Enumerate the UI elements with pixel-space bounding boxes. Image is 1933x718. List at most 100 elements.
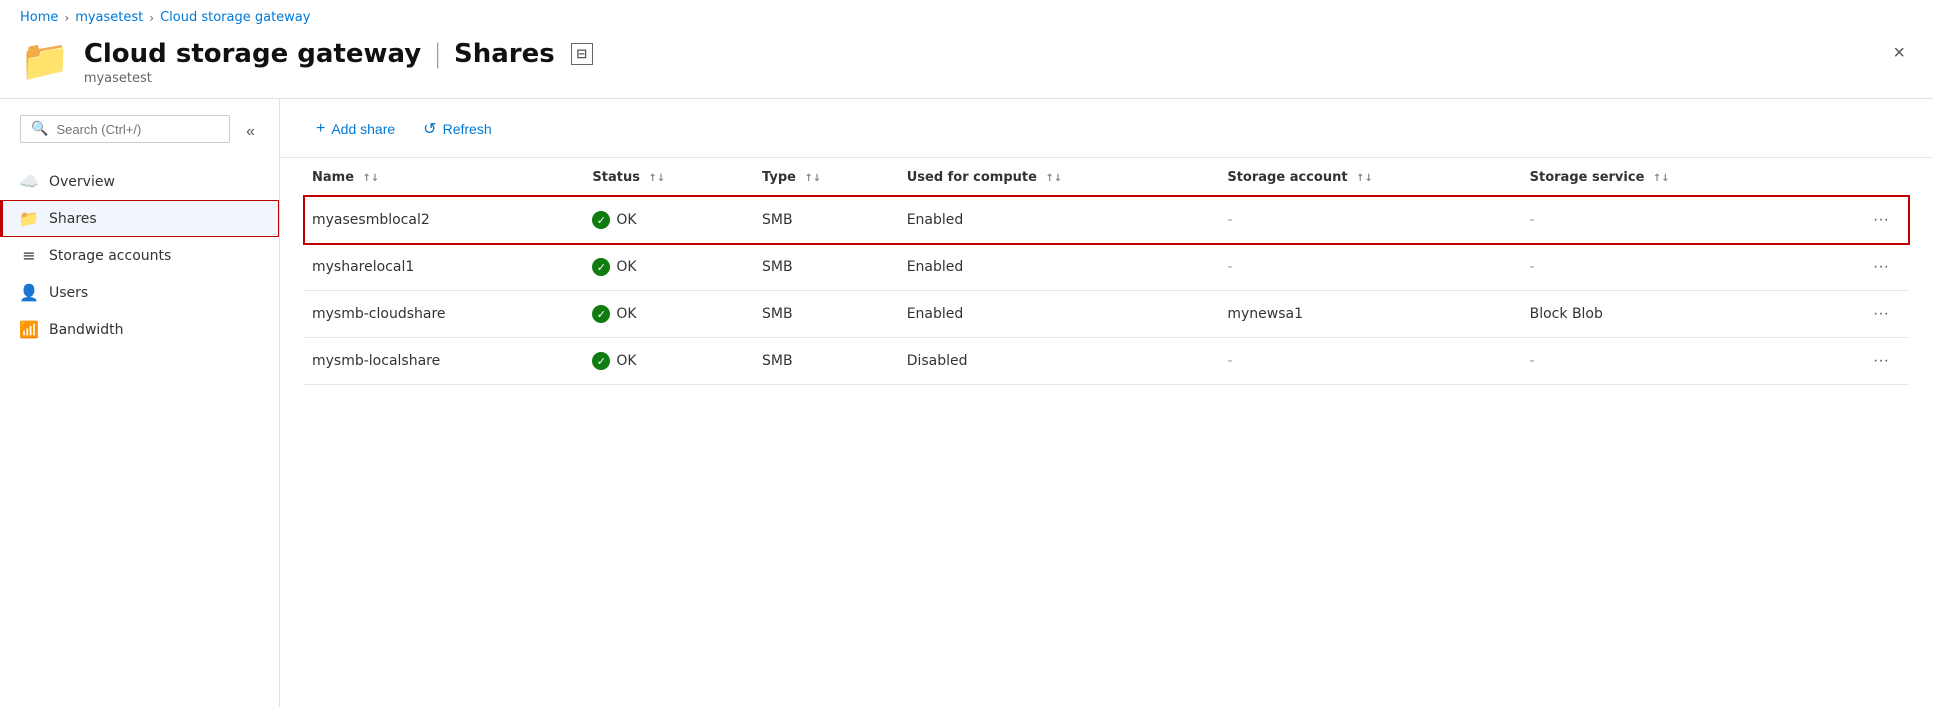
cell-type: SMB	[754, 196, 899, 244]
table-body: myasesmblocal2 OK SMB Enabled - - ··· my…	[304, 196, 1909, 385]
status-label: OK	[616, 306, 636, 322]
type-value: SMB	[762, 353, 793, 369]
bandwidth-icon: 📶	[19, 320, 39, 339]
section-text: Shares	[454, 39, 555, 69]
cell-status: OK	[584, 196, 754, 244]
cell-ellipsis[interactable]: ···	[1814, 338, 1909, 385]
row-menu-button[interactable]: ···	[1865, 348, 1897, 374]
cell-status: OK	[584, 291, 754, 338]
cell-dash: -	[1530, 212, 1535, 228]
cell-compute: Enabled	[899, 196, 1220, 244]
col-actions	[1814, 158, 1909, 196]
cell-name: mysharelocal1	[304, 244, 584, 291]
sidebar-item-shares[interactable]: 📁 Shares	[0, 200, 279, 237]
cell-storage-account: -	[1219, 196, 1521, 244]
status-label: OK	[616, 353, 636, 369]
refresh-icon: ↺	[423, 119, 436, 139]
search-input[interactable]	[56, 122, 219, 137]
cell-ellipsis[interactable]: ···	[1814, 244, 1909, 291]
search-box[interactable]: 🔍	[20, 115, 230, 143]
col-status[interactable]: Status ↑↓	[584, 158, 754, 196]
col-compute-label: Used for compute	[907, 170, 1037, 185]
cell-ellipsis[interactable]: ···	[1814, 291, 1909, 338]
compute-value: Enabled	[907, 259, 964, 275]
table-row[interactable]: mysharelocal1 OK SMB Enabled - - ···	[304, 244, 1909, 291]
share-name: myasesmblocal2	[312, 212, 430, 228]
table-row[interactable]: mysmb-cloudshare OK SMB Enabled mynewsa1…	[304, 291, 1909, 338]
cell-dash: -	[1530, 353, 1535, 369]
table-row[interactable]: myasesmblocal2 OK SMB Enabled - - ···	[304, 196, 1909, 244]
add-share-button[interactable]: + Add share	[304, 114, 407, 144]
status-label: OK	[616, 212, 636, 228]
title-text: Cloud storage gateway	[84, 39, 421, 69]
col-name-sort: ↑↓	[363, 173, 380, 184]
table-row[interactable]: mysmb-localshare OK SMB Disabled - - ···	[304, 338, 1909, 385]
cell-compute: Disabled	[899, 338, 1220, 385]
col-status-label: Status	[592, 170, 640, 185]
cell-storage-service: -	[1522, 196, 1814, 244]
compute-value: Enabled	[907, 212, 964, 228]
sidebar-item-storage-accounts[interactable]: ≡ Storage accounts	[0, 237, 279, 274]
compute-value: Enabled	[907, 306, 964, 322]
type-value: SMB	[762, 259, 793, 275]
col-storage-account[interactable]: Storage account ↑↓	[1219, 158, 1521, 196]
cell-compute: Enabled	[899, 291, 1220, 338]
close-button[interactable]: ×	[1885, 39, 1913, 67]
breadcrumb-sep-1: ›	[64, 11, 69, 25]
cell-type: SMB	[754, 338, 899, 385]
feedback-icon[interactable]: ⊟	[571, 43, 593, 65]
main-layout: 🔍 « ☁️ Overview 📁 Shares ≡ Storage accou…	[0, 99, 1933, 707]
breadcrumb-myasetest[interactable]: myasetest	[75, 10, 143, 25]
row-menu-button[interactable]: ···	[1865, 301, 1897, 327]
refresh-button[interactable]: ↺ Refresh	[411, 113, 503, 145]
col-type-label: Type	[762, 170, 796, 185]
breadcrumb-home[interactable]: Home	[20, 10, 58, 25]
cell-storage-service: -	[1522, 338, 1814, 385]
shares-icon: 📁	[19, 209, 39, 228]
cell-name: mysmb-localshare	[304, 338, 584, 385]
toolbar: + Add share ↺ Refresh	[280, 99, 1933, 158]
cell-value: mynewsa1	[1227, 306, 1303, 322]
page-header: 📁 Cloud storage gateway | Shares ⊟ myase…	[0, 31, 1933, 99]
col-status-sort: ↑↓	[649, 173, 666, 184]
status-check-icon	[592, 305, 610, 323]
breadcrumb-cloud-storage-gateway[interactable]: Cloud storage gateway	[160, 10, 310, 25]
compute-value: Disabled	[907, 353, 968, 369]
col-storage-service[interactable]: Storage service ↑↓	[1522, 158, 1814, 196]
cell-storage-account: mynewsa1	[1219, 291, 1521, 338]
breadcrumb-sep-2: ›	[149, 11, 154, 25]
title-divider: |	[433, 39, 442, 69]
type-value: SMB	[762, 212, 793, 228]
sidebar-item-overview[interactable]: ☁️ Overview	[0, 163, 279, 200]
shares-table-container: Name ↑↓ Status ↑↓ Type ↑↓ Used for com	[280, 158, 1933, 385]
share-name: mysmb-localshare	[312, 353, 440, 369]
overview-label: Overview	[49, 174, 115, 190]
breadcrumb: Home › myasetest › Cloud storage gateway	[0, 0, 1933, 31]
col-type[interactable]: Type ↑↓	[754, 158, 899, 196]
sidebar-item-bandwidth[interactable]: 📶 Bandwidth	[0, 311, 279, 348]
users-icon: 👤	[19, 283, 39, 302]
cell-name: myasesmblocal2	[304, 196, 584, 244]
collapse-button[interactable]: «	[242, 119, 259, 145]
col-storage-account-sort: ↑↓	[1356, 173, 1373, 184]
status-check-icon	[592, 211, 610, 229]
sidebar-item-users[interactable]: 👤 Users	[0, 274, 279, 311]
status-check-icon	[592, 258, 610, 276]
cell-ellipsis[interactable]: ···	[1814, 196, 1909, 244]
cell-storage-account: -	[1219, 338, 1521, 385]
row-menu-button[interactable]: ···	[1865, 254, 1897, 280]
col-name[interactable]: Name ↑↓	[304, 158, 584, 196]
cell-type: SMB	[754, 244, 899, 291]
overview-icon: ☁️	[19, 172, 39, 191]
shares-table: Name ↑↓ Status ↑↓ Type ↑↓ Used for com	[304, 158, 1909, 385]
col-type-sort: ↑↓	[804, 173, 821, 184]
col-name-label: Name	[312, 170, 354, 185]
add-share-label: Add share	[331, 121, 395, 137]
col-compute[interactable]: Used for compute ↑↓	[899, 158, 1220, 196]
bandwidth-label: Bandwidth	[49, 322, 124, 338]
cell-storage-service: Block Blob	[1522, 291, 1814, 338]
cell-dash: -	[1227, 353, 1232, 369]
row-menu-button[interactable]: ···	[1865, 207, 1897, 233]
col-storage-service-label: Storage service	[1530, 170, 1645, 185]
search-row: 🔍 «	[0, 109, 279, 155]
